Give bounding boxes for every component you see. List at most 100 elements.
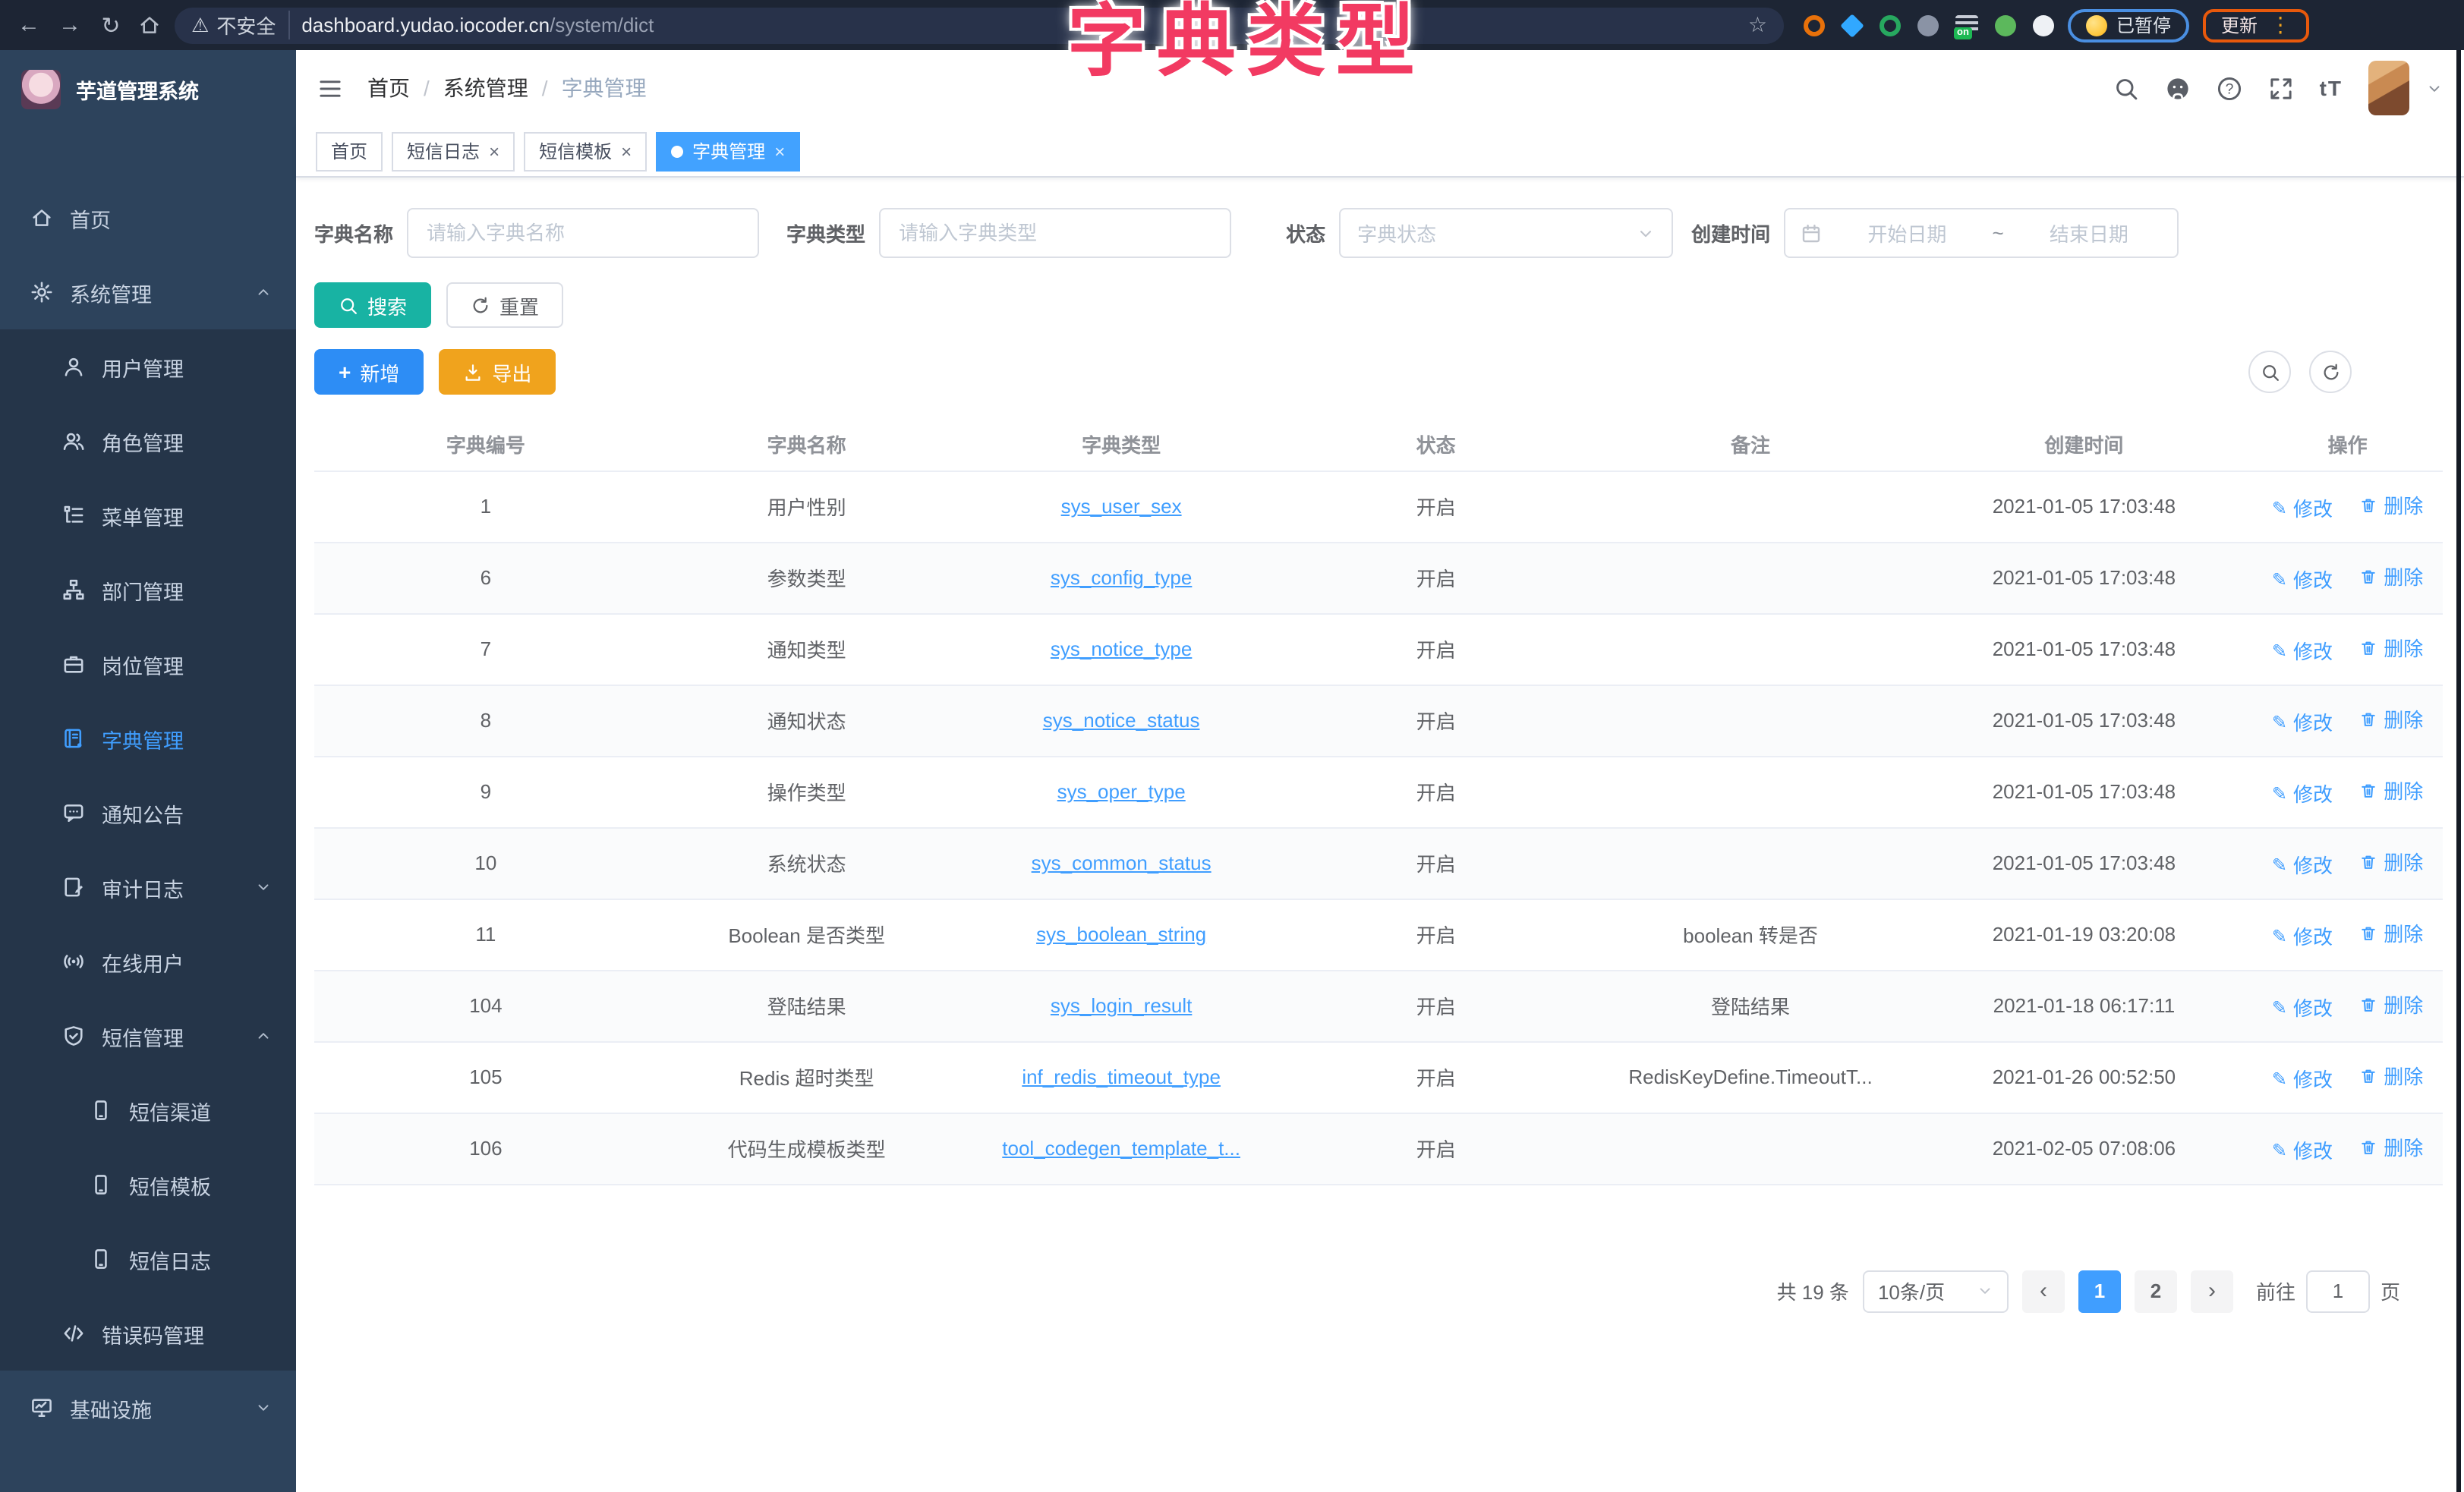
kite-extension-icon[interactable] xyxy=(1840,13,1864,37)
proxy-extension-icon[interactable] xyxy=(1880,14,1901,36)
delete-link[interactable]: 删除 xyxy=(2359,490,2423,519)
edit-link[interactable]: ✎修改 xyxy=(2272,779,2333,807)
list-extension-icon[interactable]: on xyxy=(1955,15,1978,35)
delete-icon xyxy=(2359,710,2377,728)
edit-link[interactable]: ✎修改 xyxy=(2272,850,2333,879)
orange-extension-icon[interactable] xyxy=(1804,14,1825,36)
browser-menu-icon[interactable]: ⋮ xyxy=(2270,12,2291,38)
sidebar-item-sms-log[interactable]: 短信日志 xyxy=(0,1222,296,1296)
page-button-1[interactable]: 1 xyxy=(2078,1270,2121,1312)
tab-sms-template[interactable]: 短信模板 × xyxy=(524,131,647,171)
edit-link[interactable]: ✎修改 xyxy=(2272,921,2333,950)
sidebar-item-dept[interactable]: 部门管理 xyxy=(0,552,296,627)
dict-name-input[interactable] xyxy=(407,208,759,258)
address-bar[interactable]: ⚠ 不安全 dashboard.yudao.iocoder.cn/system/… xyxy=(175,7,1784,43)
delete-link[interactable]: 删除 xyxy=(2359,1061,2423,1090)
sidebar-item-notice[interactable]: 通知公告 xyxy=(0,776,296,850)
sidebar-item-user[interactable]: 用户管理 xyxy=(0,329,296,404)
sidebar-item-sms-channel[interactable]: 短信渠道 xyxy=(0,1073,296,1147)
edit-link[interactable]: ✎修改 xyxy=(2272,1135,2333,1164)
sidebar-item-role[interactable]: 角色管理 xyxy=(0,404,296,478)
delete-link[interactable]: 删除 xyxy=(2359,1132,2423,1161)
font-size-icon[interactable]: tT xyxy=(2320,76,2343,100)
tab-home[interactable]: 首页 xyxy=(316,131,383,171)
dict-type-link[interactable]: sys_common_status xyxy=(1032,851,1212,874)
grid-extension-icon[interactable] xyxy=(1917,14,1939,36)
tab-dict[interactable]: 字典管理 × xyxy=(656,131,800,171)
next-page-button[interactable]: › xyxy=(2191,1270,2233,1312)
reset-button[interactable]: 重置 xyxy=(446,282,563,328)
delete-link[interactable]: 删除 xyxy=(2359,562,2423,590)
dict-type-link[interactable]: sys_login_result xyxy=(1051,994,1192,1017)
delete-link[interactable]: 删除 xyxy=(2359,847,2423,876)
sidebar-item-online-user[interactable]: 在线用户 xyxy=(0,924,296,999)
breadcrumb-home[interactable]: 首页 xyxy=(367,73,410,103)
delete-link[interactable]: 删除 xyxy=(2359,776,2423,804)
tab-sms-log[interactable]: 短信日志 × xyxy=(392,131,515,171)
sidebar-item-sms-template[interactable]: 短信模板 xyxy=(0,1147,296,1222)
close-icon[interactable]: × xyxy=(621,140,632,162)
close-icon[interactable]: × xyxy=(774,140,785,162)
toggle-search-button[interactable] xyxy=(2248,351,2291,393)
search-button[interactable]: 搜索 xyxy=(314,282,431,328)
puzzle-extension-icon[interactable] xyxy=(2033,14,2054,36)
sidebar-item-dict[interactable]: 字典管理 xyxy=(0,701,296,776)
delete-link[interactable]: 删除 xyxy=(2359,918,2423,947)
delete-link[interactable]: 删除 xyxy=(2359,704,2423,733)
dict-type-link[interactable]: sys_user_sex xyxy=(1061,495,1182,518)
dict-type-input[interactable] xyxy=(879,208,1231,258)
sidebar-item-infra[interactable]: 基础设施 xyxy=(0,1371,296,1445)
edit-link[interactable]: ✎修改 xyxy=(2272,707,2333,736)
page-size-select[interactable]: 10条/页 xyxy=(1863,1270,2009,1312)
search-icon[interactable] xyxy=(2113,75,2139,101)
sidebar-logo-row[interactable]: 芋道管理系统 xyxy=(0,50,296,129)
sidebar-item-post[interactable]: 岗位管理 xyxy=(0,627,296,701)
dict-type-link[interactable]: sys_notice_status xyxy=(1043,709,1200,732)
update-button[interactable]: 更新 ⋮ xyxy=(2203,8,2309,42)
fullscreen-icon[interactable] xyxy=(2268,75,2294,101)
browser-back-icon[interactable]: ← xyxy=(15,12,43,38)
avatar-caret-icon[interactable] xyxy=(2426,80,2443,96)
dict-type-link[interactable]: sys_boolean_string xyxy=(1036,923,1206,946)
sidebar-item-system[interactable]: 系统管理 xyxy=(0,255,296,329)
edit-link[interactable]: ✎修改 xyxy=(2272,565,2333,593)
prev-page-button[interactable]: ‹ xyxy=(2022,1270,2065,1312)
add-button[interactable]: + 新增 xyxy=(314,349,424,395)
paused-button[interactable]: 已暂停 xyxy=(2068,8,2189,42)
dict-type-link[interactable]: inf_redis_timeout_type xyxy=(1022,1065,1221,1088)
reset-button-label: 重置 xyxy=(499,291,539,319)
browser-reload-icon[interactable]: ↻ xyxy=(97,11,124,39)
breadcrumb-system[interactable]: 系统管理 xyxy=(443,73,528,103)
sidebar-item-home[interactable]: 首页 xyxy=(0,181,296,255)
date-range-picker[interactable]: 开始日期 ~ 结束日期 xyxy=(1784,208,2179,258)
github-icon[interactable] xyxy=(2165,75,2191,101)
edit-link[interactable]: ✎修改 xyxy=(2272,493,2333,522)
close-icon[interactable]: × xyxy=(489,140,499,162)
delete-link[interactable]: 删除 xyxy=(2359,990,2423,1018)
dict-type-link[interactable]: sys_oper_type xyxy=(1057,780,1186,803)
export-button[interactable]: 导出 xyxy=(439,349,556,395)
edit-link[interactable]: ✎修改 xyxy=(2272,993,2333,1021)
sidebar-item-menu[interactable]: 菜单管理 xyxy=(0,478,296,552)
dict-type-link[interactable]: sys_config_type xyxy=(1051,566,1192,589)
security-status[interactable]: ⚠ 不安全 xyxy=(191,11,289,39)
dict-type-link[interactable]: sys_notice_type xyxy=(1051,637,1192,660)
goto-page-input[interactable] xyxy=(2306,1270,2370,1312)
help-icon[interactable]: ? xyxy=(2217,75,2242,101)
bookmark-star-icon[interactable]: ☆ xyxy=(1748,12,1767,38)
edit-link[interactable]: ✎修改 xyxy=(2272,1064,2333,1093)
status-select[interactable]: 字典状态 xyxy=(1339,208,1673,258)
delete-link[interactable]: 删除 xyxy=(2359,633,2423,662)
user-avatar[interactable] xyxy=(2368,61,2409,115)
sidebar-item-audit-log[interactable]: 审计日志 xyxy=(0,850,296,924)
browser-home-icon[interactable] xyxy=(138,14,161,36)
page-button-2[interactable]: 2 xyxy=(2135,1270,2177,1312)
edit-link[interactable]: ✎修改 xyxy=(2272,636,2333,665)
refresh-table-button[interactable] xyxy=(2309,351,2352,393)
plant-extension-icon[interactable] xyxy=(1995,14,2016,36)
browser-forward-icon[interactable]: → xyxy=(56,12,83,38)
dict-type-link[interactable]: tool_codegen_template_t... xyxy=(1002,1137,1240,1160)
sidebar-item-sms[interactable]: 短信管理 xyxy=(0,999,296,1073)
hamburger-icon[interactable] xyxy=(317,75,343,101)
sidebar-item-error-code[interactable]: 错误码管理 xyxy=(0,1296,296,1371)
